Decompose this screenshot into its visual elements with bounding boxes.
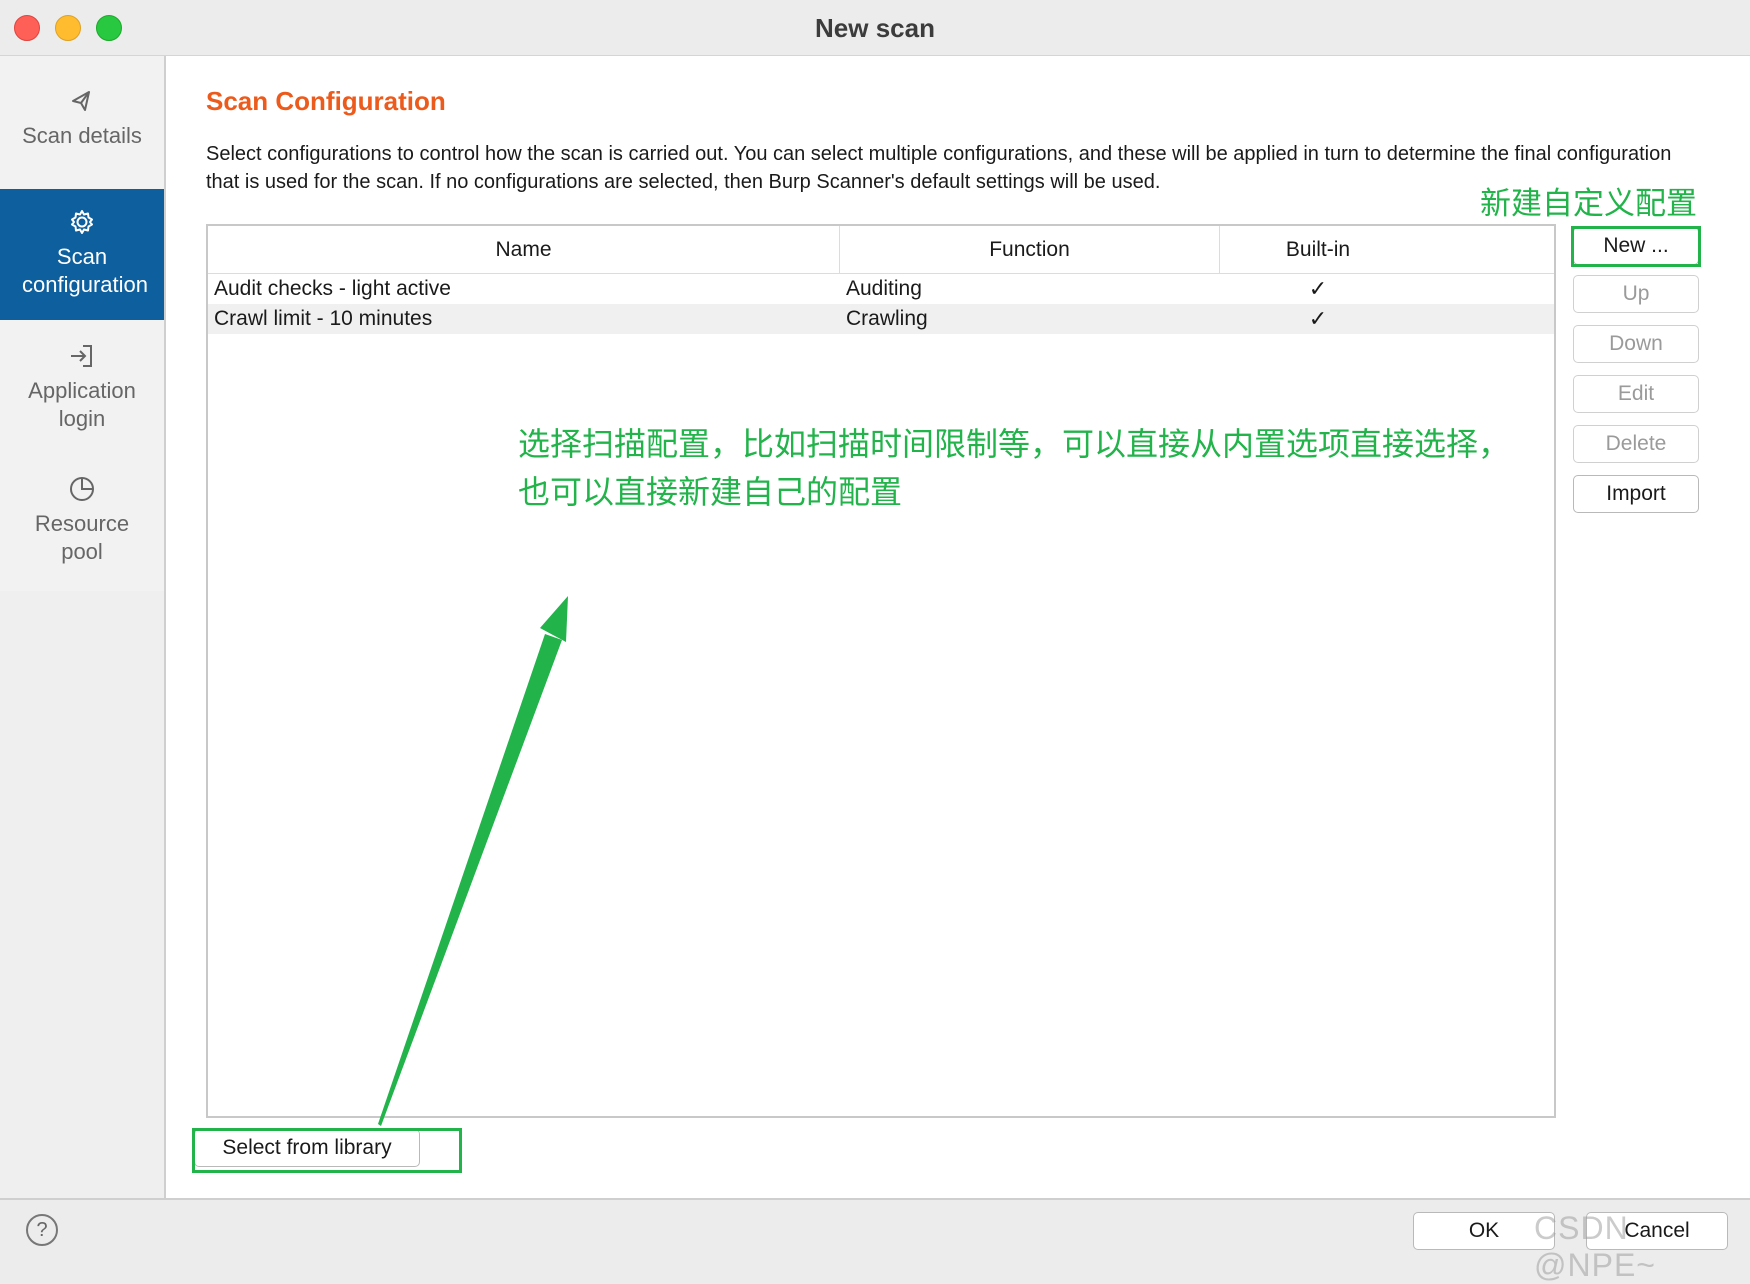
pie-chart-icon: [70, 477, 94, 501]
login-icon: [71, 345, 92, 367]
sidebar: Scan details Scan configuration Applicat…: [0, 56, 166, 1198]
sidebar-item-label: Scan configuration: [22, 244, 148, 297]
sidebar-item-application-login[interactable]: Application login: [0, 341, 164, 451]
sidebar-item-label: Scan details: [22, 123, 142, 148]
sidebar-item-resource-pool[interactable]: Resource pool: [0, 474, 164, 584]
sidebar-item-scan-configuration[interactable]: Scan configuration: [0, 189, 164, 320]
title-bar: New scan: [0, 0, 1750, 56]
scan-details-icon: [72, 91, 90, 111]
sidebar-empty-area: [0, 591, 164, 1198]
annotation-arrow: [378, 596, 568, 1126]
sidebar-item-label: Resource pool: [34, 511, 130, 564]
window-title: New scan: [815, 13, 935, 43]
new-scan-window: New scan Scan details Scan configuration…: [0, 0, 1750, 1283]
watermark-text: CSDN @NPE~: [1534, 1210, 1656, 1283]
sidebar-item-label: Application login: [28, 378, 136, 431]
help-icon[interactable]: ?: [26, 1214, 58, 1246]
main-content: Scan Configuration Select configurations…: [168, 56, 1750, 1198]
sidebar-item-scan-details[interactable]: Scan details: [0, 86, 164, 186]
footer-bar: ? OK Cancel CSDN @NPE~: [0, 1198, 1750, 1283]
gear-icon: [71, 210, 93, 234]
